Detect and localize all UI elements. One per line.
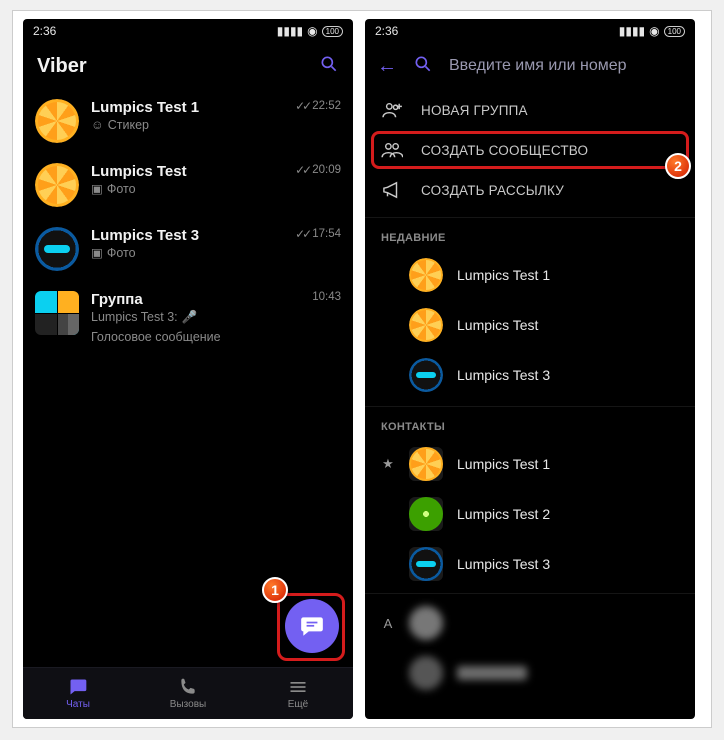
section-recent: НЕДАВНИЕ — [365, 217, 695, 250]
group-add-icon — [381, 101, 403, 119]
chat-name: Lumpics Test 3 — [91, 227, 283, 244]
battery-icon: 100 — [322, 26, 343, 37]
avatar — [35, 227, 79, 271]
chat-name: Lumpics Test 1 — [91, 99, 283, 116]
avatar — [409, 258, 443, 292]
chat-name: Группа — [91, 291, 300, 308]
marker-2: 2 — [665, 153, 691, 179]
wifi-icon: ◉ — [307, 24, 317, 38]
compose-icon — [299, 613, 325, 639]
contact-name: Lumpics Test 3 — [457, 556, 550, 572]
search-icon[interactable] — [319, 54, 339, 79]
menu-label: СОЗДАТЬ РАССЫЛКУ — [421, 183, 564, 198]
bottom-nav: Чаты Вызовы Ещё — [23, 667, 353, 719]
chat-sub: Фото — [107, 182, 136, 198]
search-icon[interactable] — [413, 54, 433, 79]
chat-sub: Голосовое сообщение — [91, 330, 221, 346]
contact-name: Lumpics Test 1 — [457, 456, 550, 472]
app-header: Viber — [23, 43, 353, 89]
recent-row[interactable]: Lumpics Test 1 — [365, 250, 695, 300]
group-avatar — [35, 291, 79, 335]
app-title: Viber — [37, 55, 303, 78]
status-bar: 2:36 ▮▮▮▮ ◉ 100 — [365, 19, 695, 43]
tab-more[interactable]: Ещё — [243, 668, 353, 719]
chat-row[interactable]: Lumpics Test 3 ▣Фото ✓✓17:54 — [23, 217, 353, 281]
contact-name-blurred — [457, 666, 527, 680]
avatar-blurred — [409, 656, 443, 690]
sticker-icon: ☺ — [91, 118, 104, 134]
photo-icon: ▣ — [91, 182, 103, 198]
status-time: 2:36 — [33, 24, 56, 38]
photo-icon: ▣ — [91, 246, 103, 262]
chat-sub: Стикер — [108, 118, 149, 134]
signal-icon: ▮▮▮▮ — [619, 24, 645, 38]
read-checks-icon: ✓✓ — [295, 227, 309, 241]
chat-row[interactable]: Lumpics Test ▣Фото ✓✓20:09 — [23, 153, 353, 217]
avatar — [409, 308, 443, 342]
status-time: 2:36 — [375, 24, 398, 38]
tab-chats[interactable]: Чаты — [23, 668, 133, 719]
signal-icon: ▮▮▮▮ — [277, 24, 303, 38]
marker-1: 1 — [262, 577, 288, 603]
avatar — [409, 447, 443, 481]
chat-time: 20:09 — [312, 164, 341, 176]
avatar — [35, 99, 79, 143]
phone-chats-screen: 2:36 ▮▮▮▮ ◉ 100 Viber Lumpics Test 1 ☺Ст… — [23, 19, 353, 719]
section-contacts: КОНТАКТЫ — [365, 406, 695, 439]
star-icon: ★ — [381, 456, 395, 472]
chat-row[interactable]: Lumpics Test 1 ☺Стикер ✓✓22:52 — [23, 89, 353, 153]
chat-name: Lumpics Test — [91, 163, 283, 180]
tab-label: Вызовы — [170, 699, 206, 710]
phone-compose-screen: 2:36 ▮▮▮▮ ◉ 100 ← Введите имя или номер … — [365, 19, 695, 719]
chat-time: 10:43 — [312, 291, 341, 303]
read-checks-icon: ✓✓ — [295, 99, 309, 113]
menu-label: НОВАЯ ГРУППА — [421, 103, 528, 118]
tab-label: Ещё — [288, 699, 308, 710]
battery-icon: 100 — [664, 26, 685, 37]
menu-new-group[interactable]: НОВАЯ ГРУППА — [365, 89, 695, 131]
letter-header: A — [381, 616, 395, 631]
avatar — [35, 163, 79, 207]
contact-row-blurred — [365, 648, 695, 698]
menu-new-community[interactable]: СОЗДАТЬ СООБЩЕСТВО — [371, 131, 689, 169]
wifi-icon: ◉ — [649, 24, 659, 38]
tab-calls[interactable]: Вызовы — [133, 668, 243, 719]
voice-icon: 🎤 — [182, 310, 198, 326]
read-checks-icon: ✓✓ — [295, 163, 309, 177]
contact-row[interactable]: Lumpics Test 3 — [365, 539, 695, 589]
avatar-blurred — [409, 606, 443, 640]
chat-sub-prefix: Lumpics Test 3: — [91, 310, 178, 326]
contact-name: Lumpics Test — [457, 317, 538, 333]
recent-row[interactable]: Lumpics Test — [365, 300, 695, 350]
recent-row[interactable]: Lumpics Test 3 — [365, 350, 695, 400]
letter-header-row: A — [365, 598, 695, 648]
community-icon — [381, 141, 403, 159]
contact-row[interactable]: Lumpics Test 2 — [365, 489, 695, 539]
tab-label: Чаты — [66, 699, 90, 710]
avatar — [409, 497, 443, 531]
avatar — [409, 358, 443, 392]
menu-label: СОЗДАТЬ СООБЩЕСТВО — [421, 143, 588, 158]
status-bar: 2:36 ▮▮▮▮ ◉ 100 — [23, 19, 353, 43]
chat-time: 22:52 — [312, 100, 341, 112]
contact-row[interactable]: ★ Lumpics Test 1 — [365, 439, 695, 489]
contact-name: Lumpics Test 2 — [457, 506, 550, 522]
contact-name: Lumpics Test 1 — [457, 267, 550, 283]
back-button[interactable]: ← — [377, 55, 397, 78]
compose-fab[interactable] — [285, 599, 339, 653]
avatar — [409, 547, 443, 581]
compose-header: ← Введите имя или номер — [365, 43, 695, 89]
contact-name: Lumpics Test 3 — [457, 367, 550, 383]
chat-row[interactable]: Группа Lumpics Test 3: 🎤 Голосовое сообщ… — [23, 281, 353, 355]
chat-icon — [68, 677, 88, 697]
menu-new-broadcast[interactable]: СОЗДАТЬ РАССЫЛКУ — [365, 169, 695, 211]
phone-icon — [178, 677, 198, 697]
megaphone-icon — [381, 181, 403, 199]
chat-time: 17:54 — [312, 228, 341, 240]
search-input[interactable]: Введите имя или номер — [449, 57, 627, 75]
menu-icon — [288, 677, 308, 697]
chat-sub: Фото — [107, 246, 136, 262]
